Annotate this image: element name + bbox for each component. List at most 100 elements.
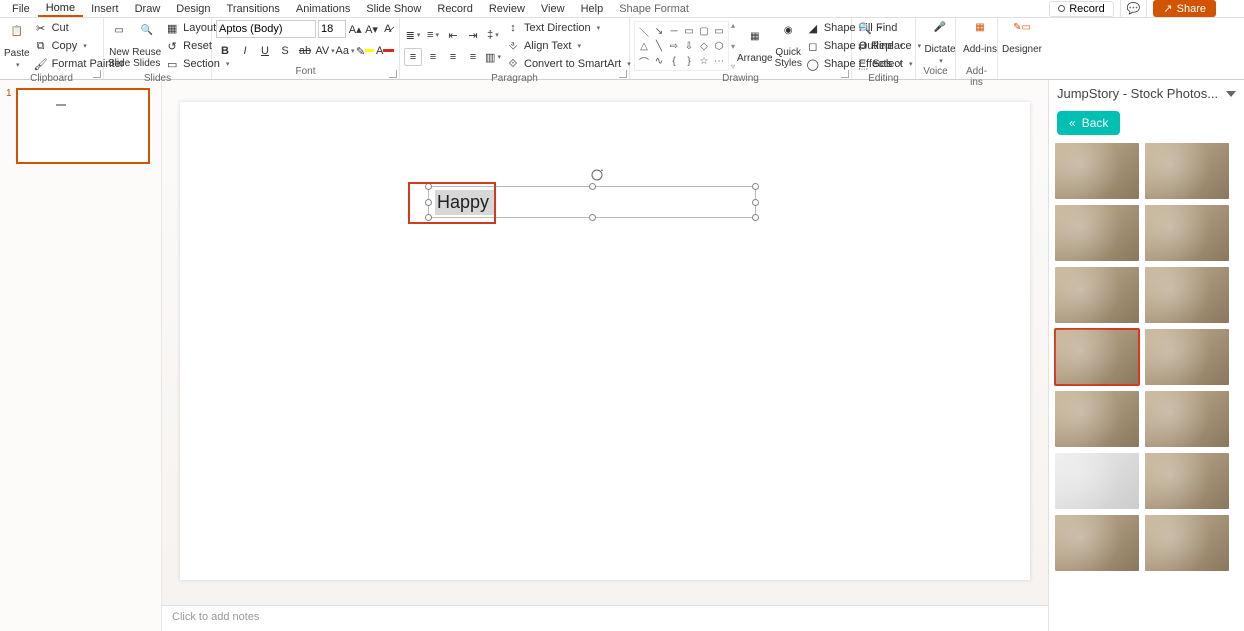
paragraph-dialog-launcher[interactable] — [619, 70, 627, 78]
align-right-button[interactable]: ≡ — [444, 48, 462, 66]
new-slide-button[interactable]: ▭New Slide — [108, 23, 130, 69]
result-image[interactable] — [1055, 205, 1139, 261]
slide-thumbnail-1[interactable] — [16, 88, 150, 164]
arrange-button[interactable]: ▦ Arrange — [737, 29, 773, 64]
decrease-font-button[interactable]: A▾ — [364, 20, 378, 38]
tab-home[interactable]: Home — [38, 1, 83, 17]
result-image[interactable] — [1145, 515, 1229, 571]
numbers-button[interactable]: ≡▾ — [424, 26, 442, 44]
italic-button[interactable]: I — [236, 42, 254, 60]
outdent-button[interactable]: ⇤ — [444, 26, 462, 44]
handle-bc[interactable] — [589, 214, 596, 221]
result-image[interactable] — [1055, 267, 1139, 323]
drawing-dialog-launcher[interactable] — [841, 70, 849, 78]
smartart-button[interactable]: ⟐Convert to SmartArt▾ — [504, 56, 633, 72]
handle-mr[interactable] — [752, 199, 759, 206]
notes-area[interactable]: Click to add notes — [162, 605, 1048, 631]
result-image[interactable] — [1145, 205, 1229, 261]
bold-button[interactable]: B — [216, 42, 234, 60]
align-justify-button[interactable]: ≡ — [464, 48, 482, 66]
handle-ml[interactable] — [425, 199, 432, 206]
font-color-button[interactable]: A — [376, 42, 394, 60]
result-image[interactable] — [1055, 515, 1139, 571]
arrange-icon: ▦ — [745, 31, 765, 51]
handle-tr[interactable] — [752, 183, 759, 190]
group-slides: ▭New Slide 🔍Reuse Slides ▦Layout▾ ↺Reset… — [104, 18, 212, 79]
tab-shape-format[interactable]: Shape Format — [611, 2, 697, 16]
clear-format-button[interactable]: A̷ — [381, 20, 395, 38]
underline-button[interactable]: U — [256, 42, 274, 60]
replace-button[interactable]: ⇄Replace▾ — [856, 38, 911, 54]
result-image[interactable] — [1055, 391, 1139, 447]
tab-view[interactable]: View — [533, 2, 573, 16]
paste-button[interactable]: 📋 Paste ▾ — [4, 24, 30, 69]
change-case-button[interactable]: Aa▾ — [336, 42, 354, 60]
tab-record[interactable]: Record — [429, 2, 480, 16]
tab-help[interactable]: Help — [573, 2, 612, 16]
indent-button[interactable]: ⇥ — [464, 26, 482, 44]
handle-tl[interactable] — [425, 183, 432, 190]
tab-animations[interactable]: Animations — [288, 2, 358, 16]
comments-button[interactable]: 💬 — [1120, 0, 1148, 18]
clipboard-dialog-launcher[interactable] — [93, 70, 101, 78]
font-dialog-launcher[interactable] — [389, 70, 397, 78]
tab-draw[interactable]: Draw — [127, 2, 169, 16]
record-label: Record — [1069, 3, 1104, 15]
editing-group-label: Editing — [856, 72, 911, 85]
panel-collapse-icon[interactable] — [1226, 91, 1236, 97]
share-icon: ↗ — [1163, 2, 1172, 15]
result-image[interactable] — [1055, 453, 1139, 509]
tab-design[interactable]: Design — [168, 2, 218, 16]
handle-bl[interactable] — [425, 214, 432, 221]
font-name-select[interactable] — [216, 20, 316, 38]
increase-font-button[interactable]: A▴ — [348, 20, 362, 38]
align-center-button[interactable]: ≡ — [424, 48, 442, 66]
back-button[interactable]: «Back — [1057, 111, 1120, 135]
handle-br[interactable] — [752, 214, 759, 221]
find-label: Find — [876, 22, 897, 34]
shapes-gallery[interactable]: ＼↘─▭▢▭ △╲⇨⇩◇⬡ ⌒∿{}☆⋯ — [634, 21, 729, 71]
quick-styles-button[interactable]: ◉Quick Styles — [775, 23, 802, 69]
highlight-button[interactable]: ✎ — [356, 42, 374, 60]
bullets-button[interactable]: ≣▾ — [404, 26, 422, 44]
align-text-button[interactable]: ⎀Align Text▾ — [504, 38, 633, 54]
line-spacing-button[interactable]: ‡▾ — [484, 26, 502, 44]
font-size-select[interactable] — [318, 20, 346, 38]
record-button[interactable]: Record — [1049, 1, 1113, 17]
text-direction-button[interactable]: ↕Text Direction▾ — [504, 20, 633, 36]
back-chevron-icon: « — [1069, 116, 1076, 130]
reuse-slides-button[interactable]: 🔍Reuse Slides — [132, 23, 161, 69]
char-spacing-button[interactable]: AV▾ — [316, 42, 334, 60]
strike-button[interactable]: ab — [296, 42, 314, 60]
shadow-button[interactable]: S — [276, 42, 294, 60]
result-image[interactable] — [1145, 143, 1229, 199]
tab-review[interactable]: Review — [481, 2, 533, 16]
share-button[interactable]: ↗Share — [1153, 0, 1216, 17]
new-slide-label: New Slide — [108, 47, 130, 69]
handle-tc[interactable] — [589, 183, 596, 190]
result-image[interactable] — [1145, 267, 1229, 323]
tab-slideshow[interactable]: Slide Show — [358, 2, 429, 16]
select-button[interactable]: ⬚Select▾ — [856, 56, 911, 72]
designer-button[interactable]: ✎▭Designer — [1002, 20, 1042, 55]
share-caret[interactable]: ▾ — [1224, 1, 1236, 16]
align-left-button[interactable]: ≡ — [404, 48, 422, 66]
result-image-selected[interactable] — [1055, 329, 1139, 385]
arrange-label: Arrange — [737, 53, 773, 64]
addins-button[interactable]: ▦Add-ins — [960, 20, 1000, 55]
replace-label: Replace — [871, 40, 911, 52]
tab-file[interactable]: File — [4, 2, 38, 16]
result-image[interactable] — [1145, 329, 1229, 385]
slide-canvas[interactable]: Happy — [180, 102, 1030, 580]
dictate-button[interactable]: 🎤Dictate▾ — [920, 20, 960, 65]
td-label: Text Direction — [524, 22, 591, 34]
tab-insert[interactable]: Insert — [83, 2, 127, 16]
rotate-handle[interactable] — [590, 168, 604, 182]
tab-transitions[interactable]: Transitions — [219, 2, 288, 16]
find-button[interactable]: 🔍Find — [856, 20, 911, 36]
selected-text[interactable]: Happy — [435, 190, 495, 215]
result-image[interactable] — [1145, 453, 1229, 509]
result-image[interactable] — [1145, 391, 1229, 447]
result-image[interactable] — [1055, 143, 1139, 199]
columns-button[interactable]: ▥▾ — [484, 48, 502, 66]
